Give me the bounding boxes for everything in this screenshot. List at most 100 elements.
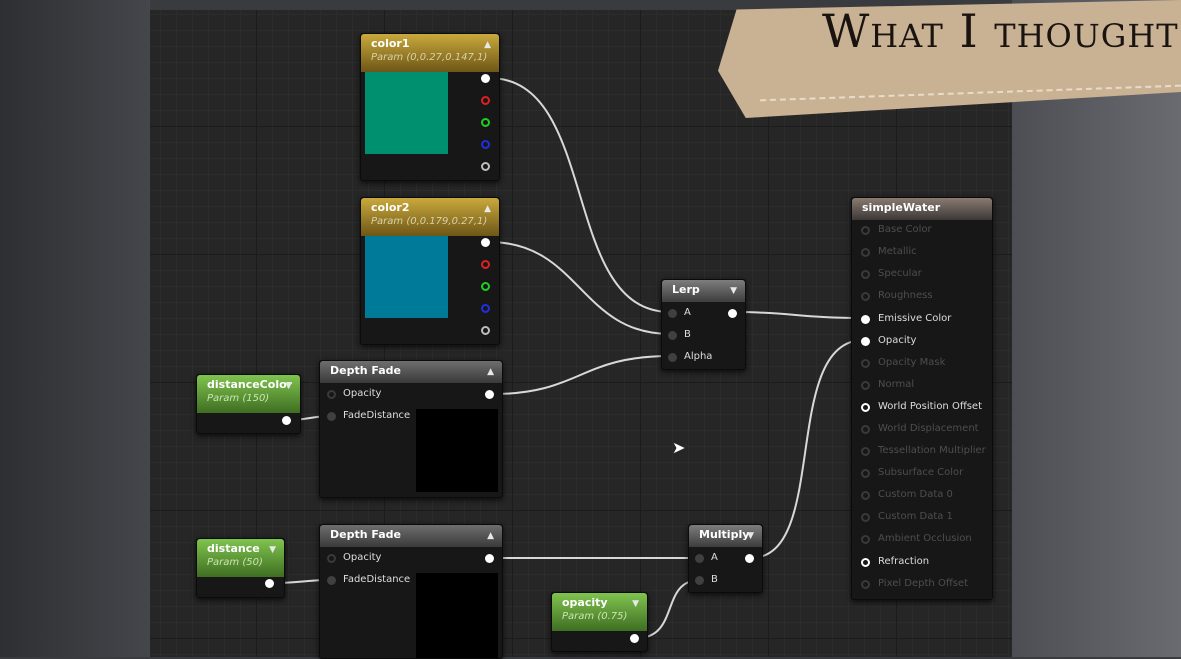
input-pin[interactable] [861,403,870,412]
dropdown-icon[interactable]: ▼ [730,286,737,296]
output-pin[interactable] [265,579,274,588]
input-fadedistance-pin[interactable] [327,576,336,585]
input-pin[interactable] [861,248,870,257]
input-label: B [684,329,691,340]
input-label: Alpha [684,351,713,362]
output-rgba-pin[interactable] [481,238,490,247]
node-title: color2 [371,201,410,214]
input-pin[interactable] [861,535,870,544]
output-r-pin[interactable] [481,96,490,105]
input-label: A [684,307,691,318]
output-rgba-pin[interactable] [481,74,490,83]
input-a-pin[interactable] [695,554,704,563]
input-label: World Displacement [878,423,979,434]
node-header[interactable]: distanceColor Param (150) ▼ [197,375,300,413]
left-backdrop [0,0,150,657]
node-opacity[interactable]: opacity Param (0.75) ▼ [551,592,648,652]
input-label: Pixel Depth Offset [878,578,968,589]
input-opacity-pin[interactable] [327,390,336,399]
input-label: Subsurface Color [878,467,964,478]
node-title: color1 [371,37,410,50]
node-header[interactable]: color2 Param (0,0.179,0.27,1) ▲ [361,198,499,236]
input-pin[interactable] [861,359,870,368]
input-alpha-pin[interactable] [668,353,677,362]
input-pin[interactable] [861,558,870,567]
input-pin[interactable] [861,491,870,500]
input-label: Opacity [343,552,382,563]
input-opacity-pin[interactable] [327,554,336,563]
dropdown-icon[interactable]: ▼ [632,599,639,609]
banner-title: What I thought [822,4,1179,58]
node-subtitle: Param (50) [207,557,263,568]
node-depth-fade-1[interactable]: Depth Fade ▲ Opacity FadeDistance [319,360,503,498]
input-b-pin[interactable] [695,576,704,585]
node-header[interactable]: Depth Fade ▲ [320,361,502,383]
output-pin[interactable] [745,554,754,563]
node-header[interactable]: Multiply ▼ [689,525,762,547]
input-label: FadeDistance [343,574,411,585]
mouse-cursor-icon: ➤ [672,438,686,457]
node-title: simpleWater [862,201,941,214]
collapse-icon[interactable]: ▲ [487,367,494,377]
input-label: Opacity Mask [878,357,946,368]
input-pin[interactable] [861,337,870,346]
input-label: Refraction [878,556,930,567]
output-pin[interactable] [728,309,737,318]
collapse-icon[interactable]: ▲ [487,531,494,541]
input-pin[interactable] [861,315,870,324]
node-title: distance [207,542,260,555]
input-pin[interactable] [861,447,870,456]
node-color2[interactable]: color2 Param (0,0.179,0.27,1) ▲ [360,197,500,345]
node-header[interactable]: simpleWater [852,198,992,220]
input-fadedistance-pin[interactable] [327,412,336,421]
node-multiply[interactable]: Multiply ▼ A B [688,524,763,593]
output-pin[interactable] [485,554,494,563]
input-label: B [711,574,718,585]
input-pin[interactable] [861,381,870,390]
input-pin[interactable] [861,270,870,279]
input-pin[interactable] [861,292,870,301]
input-pin[interactable] [861,513,870,522]
output-a-pin[interactable] [481,326,490,335]
collapse-icon[interactable]: ▲ [484,204,491,214]
output-pin[interactable] [485,390,494,399]
input-pin[interactable] [861,226,870,235]
input-label: Ambient Occlusion [878,533,972,544]
node-depth-fade-2[interactable]: Depth Fade ▲ Opacity FadeDistance [319,524,503,659]
node-distance[interactable]: distance Param (50) ▼ [196,538,285,598]
output-b-pin[interactable] [481,304,490,313]
node-header[interactable]: Depth Fade ▲ [320,525,502,547]
node-header[interactable]: color1 Param (0,0.27,0.147,1) ▲ [361,34,499,72]
node-color1[interactable]: color1 Param (0,0.27,0.147,1) ▲ [360,33,500,181]
input-pin[interactable] [861,425,870,434]
dropdown-icon[interactable]: ▼ [285,381,292,391]
node-title: opacity [562,596,608,609]
input-label: Tessellation Multiplier [878,445,986,456]
collapse-icon[interactable]: ▲ [484,40,491,50]
preview-thumbnail [416,409,498,492]
node-subtitle: Param (0.75) [562,611,628,622]
node-lerp[interactable]: Lerp ▼ A B Alpha [661,279,746,370]
input-label: Specular [878,268,922,279]
dropdown-icon[interactable]: ▼ [747,531,754,541]
output-r-pin[interactable] [481,260,490,269]
output-b-pin[interactable] [481,140,490,149]
input-b-pin[interactable] [668,331,677,340]
node-subtitle: Param (150) [207,393,270,404]
node-distance-color[interactable]: distanceColor Param (150) ▼ [196,374,301,434]
output-g-pin[interactable] [481,282,490,291]
node-title: Depth Fade [330,528,402,541]
input-a-pin[interactable] [668,309,677,318]
node-header[interactable]: distance Param (50) ▼ [197,539,284,577]
dropdown-icon[interactable]: ▼ [269,545,276,555]
node-header[interactable]: opacity Param (0.75) ▼ [552,593,647,631]
input-pin[interactable] [861,580,870,589]
input-pin[interactable] [861,469,870,478]
node-material-simple-water[interactable]: simpleWater Base Color Metallic Specular… [851,197,993,600]
output-pin[interactable] [282,416,291,425]
output-a-pin[interactable] [481,162,490,171]
node-header[interactable]: Lerp ▼ [662,280,745,302]
output-g-pin[interactable] [481,118,490,127]
output-pin[interactable] [630,634,639,643]
input-label: Custom Data 0 [878,489,953,500]
